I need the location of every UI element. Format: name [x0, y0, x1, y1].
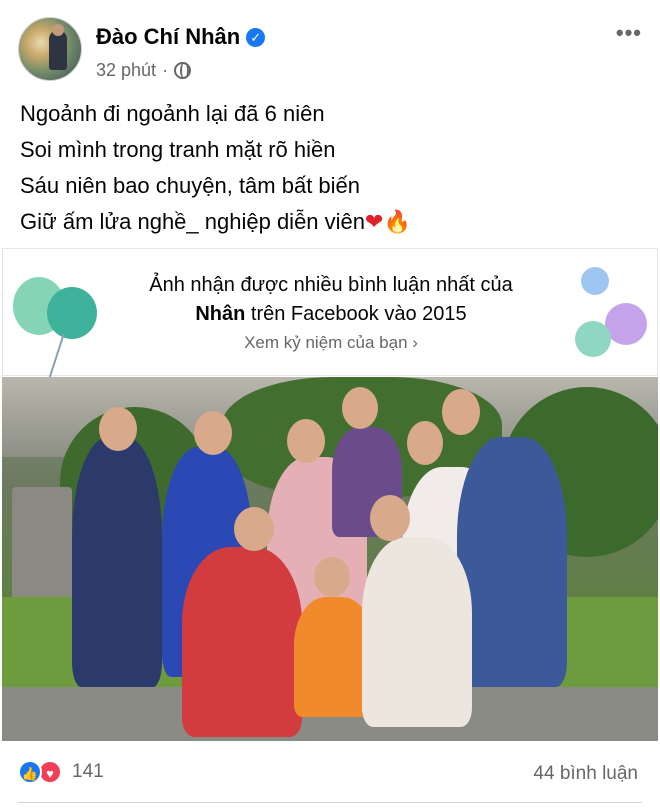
- photo-face: [99, 407, 137, 451]
- more-options-icon[interactable]: •••: [616, 20, 642, 46]
- post-text-line: Ngoảnh đi ngoảnh lại đã 6 niên: [20, 101, 325, 126]
- balloon-string: [47, 333, 65, 383]
- photo-face: [442, 389, 480, 435]
- post-text-line: Sáu niên bao chuyện, tâm bất biến: [20, 173, 361, 198]
- see-memories-link[interactable]: Xem kỷ niệm của bạn ›: [113, 333, 549, 353]
- photo-person: [182, 547, 302, 737]
- verified-badge-icon: ✓: [246, 27, 266, 47]
- post-text-line-content: Giữ ấm lửa nghề_ nghiệp diễn viên: [20, 209, 366, 234]
- author-name[interactable]: Đào Chí Nhân: [96, 24, 240, 50]
- photo-face: [314, 557, 350, 597]
- bubble-shape: [575, 321, 611, 357]
- bubble-shape: [605, 303, 647, 345]
- fire-emoji-icon: 🔥: [383, 209, 411, 234]
- memory-title-line2: trên Facebook vào 2015: [245, 303, 467, 325]
- author-name-row[interactable]: Đào Chí Nhân ✓: [96, 24, 266, 50]
- post-header: Đào Chí Nhân ✓ 32 phút · •••: [0, 0, 660, 90]
- photo-face: [407, 421, 443, 465]
- comments-count[interactable]: 44 bình luận: [533, 763, 638, 785]
- balloon-shape: [47, 287, 97, 339]
- see-memories-label[interactable]: Xem kỷ niệm của bạn: [244, 333, 407, 352]
- memory-card[interactable]: Ảnh nhận được nhiều bình luận nhất của N…: [2, 248, 658, 383]
- heart-emoji-icon: ❤: [365, 209, 384, 234]
- post-text-line: Soi mình trong tranh mặt rõ hiền: [20, 137, 336, 162]
- photo-person: [72, 437, 162, 687]
- photo-face: [234, 507, 274, 551]
- chevron-right-icon: ›: [412, 333, 418, 352]
- avatar-figure: [49, 30, 67, 70]
- meta-separator: ·: [162, 60, 169, 80]
- post-text-line-last: Giữ ấm lửa nghề_ nghiệp diễn viên❤🔥: [20, 204, 411, 240]
- memory-title: Ảnh nhận được nhiều bình luận nhất của N…: [113, 271, 549, 329]
- author-avatar[interactable]: [18, 17, 82, 81]
- reaction-count[interactable]: 141: [72, 761, 104, 783]
- memory-title-line1: Ảnh nhận được nhiều bình luận nhất của: [149, 274, 513, 296]
- photo-stone-lantern: [12, 487, 72, 607]
- memory-photo[interactable]: [2, 377, 658, 741]
- photo-person: [457, 437, 567, 687]
- like-reaction-icon: 👍: [18, 760, 42, 784]
- post-time[interactable]: 32 phút: [96, 60, 156, 81]
- post-meta: 32 phút ·: [96, 60, 192, 81]
- balloon-left-icon: [13, 273, 103, 383]
- reactions-summary[interactable]: 👍 ♥ 141: [18, 760, 104, 784]
- photo-face: [342, 387, 378, 429]
- bubble-shape: [581, 267, 609, 295]
- bubbles-right-icon: [565, 263, 655, 363]
- memory-name: Nhân: [195, 303, 246, 325]
- footer-divider: [18, 802, 642, 803]
- avatar-head: [52, 24, 64, 36]
- globe-icon[interactable]: [174, 62, 192, 79]
- photo-face: [370, 495, 410, 541]
- photo-person: [362, 537, 472, 727]
- photo-face: [287, 419, 325, 463]
- post-text: Ngoảnh đi ngoảnh lại đã 6 niên Soi mình …: [20, 96, 411, 240]
- photo-face: [194, 411, 232, 455]
